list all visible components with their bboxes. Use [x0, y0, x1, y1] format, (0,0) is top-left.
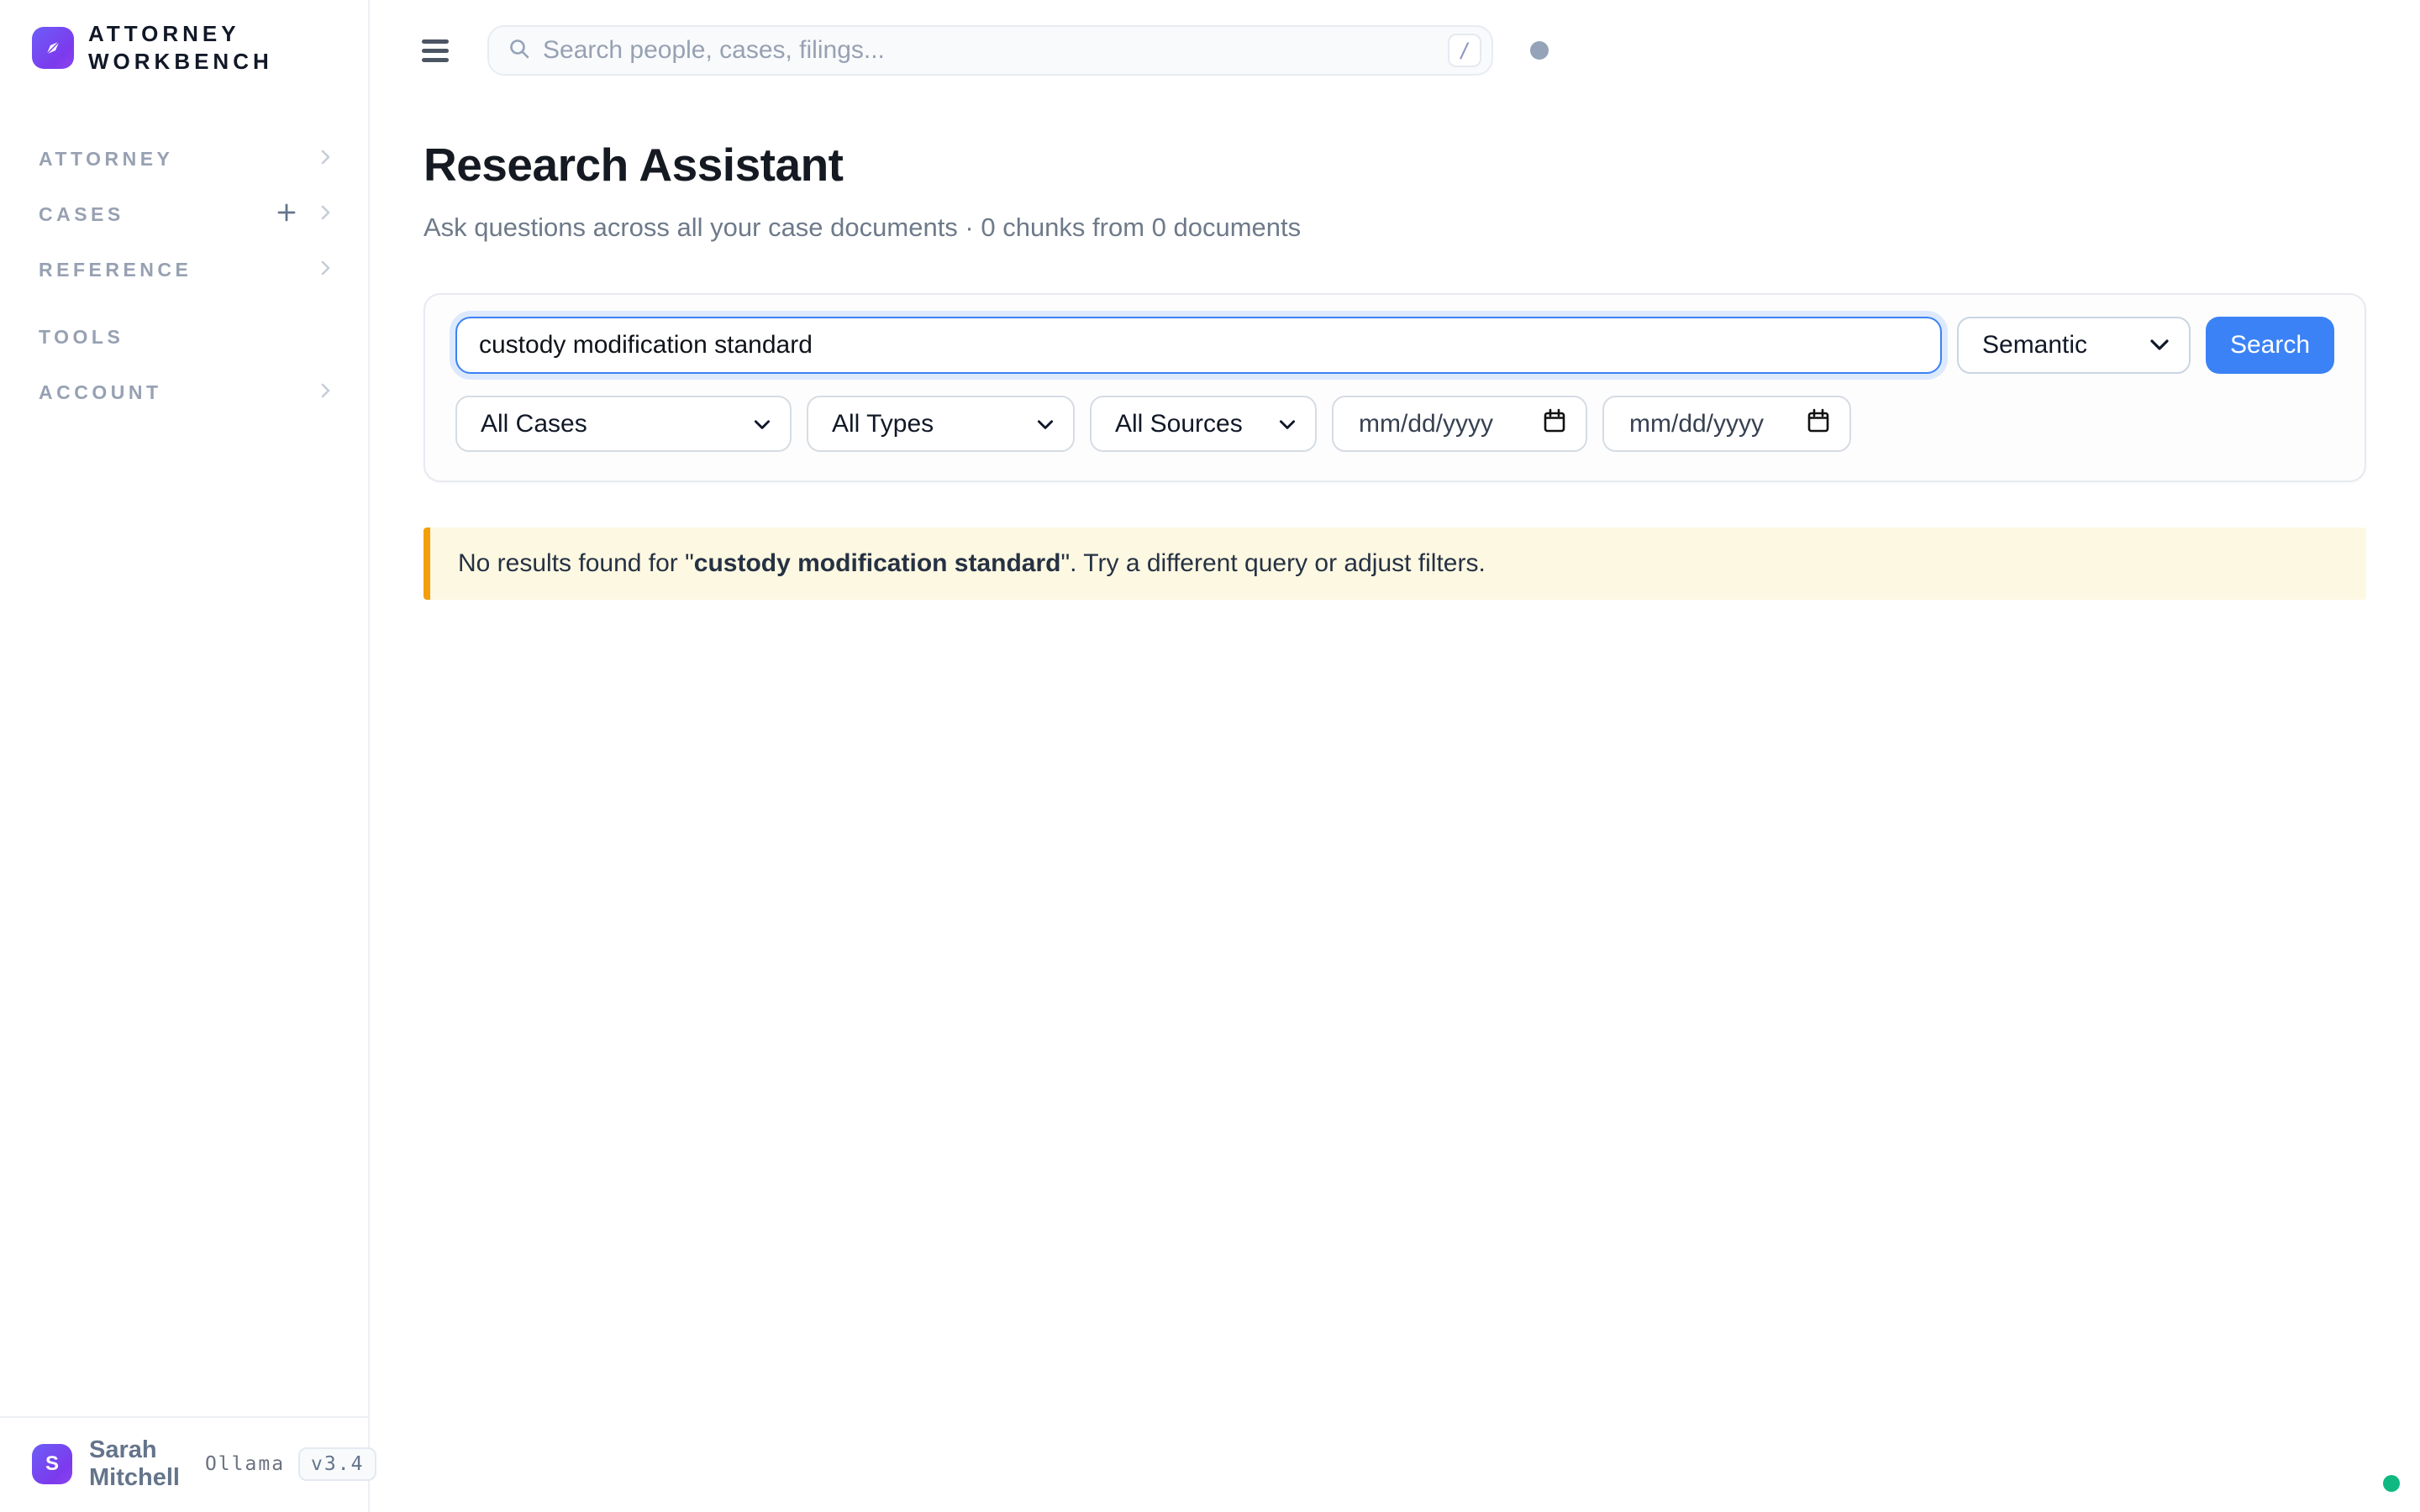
type-filter-select[interactable]: All Types — [807, 396, 1075, 452]
calendar-icon[interactable] — [1542, 407, 1567, 441]
sidebar-item-attorney[interactable]: ATTORNEY — [0, 131, 368, 186]
no-results-text: No results found for "custody modificati… — [458, 549, 1486, 578]
app-logo: ATTORNEY WORKBENCH — [32, 20, 368, 76]
research-search-panel: Semantic Search All Cases All Types — [424, 293, 2366, 482]
search-button[interactable]: Search — [2206, 317, 2334, 374]
date-from-placeholder: mm/dd/yyyy — [1359, 410, 1493, 438]
sidebar-nav: ATTORNEY CASES REFERENCE TOOLS — [0, 131, 368, 420]
main-area: / Research Assistant Ask questions acros… — [370, 0, 2420, 600]
page-title: Research Assistant — [424, 138, 2366, 192]
date-to-input[interactable]: mm/dd/yyyy — [1602, 396, 1851, 452]
sidebar-item-label: REFERENCE — [39, 259, 192, 281]
date-to-placeholder: mm/dd/yyyy — [1629, 410, 1764, 438]
engine-label: Ollama — [205, 1453, 285, 1475]
sidebar-item-cases[interactable]: CASES — [0, 186, 368, 242]
no-results-prefix: No results found for " — [458, 549, 694, 577]
sidebar-item-label: TOOLS — [39, 326, 124, 349]
case-filter-value: All Cases — [481, 410, 587, 438]
slash-shortcut-hint: / — [1448, 34, 1481, 67]
topbar: / — [370, 0, 2420, 86]
search-mode-value: Semantic — [1982, 331, 2087, 360]
app-title-line1: ATTORNEY — [88, 20, 273, 48]
sidebar-item-reference[interactable]: REFERENCE — [0, 242, 368, 297]
chevron-down-icon — [1278, 410, 1297, 438]
no-results-query: custody modification standard — [694, 549, 1061, 577]
plus-icon[interactable] — [276, 202, 297, 228]
chevron-right-icon — [314, 257, 336, 283]
chevron-down-icon — [2149, 331, 2170, 360]
compass-icon — [32, 27, 74, 69]
slash-shortcut-label: / — [1459, 39, 1470, 62]
global-search-input[interactable] — [543, 36, 1448, 65]
case-filter-select[interactable]: All Cases — [455, 396, 792, 452]
chevron-right-icon — [314, 146, 336, 172]
sidebar-item-account[interactable]: ACCOUNT — [0, 365, 368, 420]
hamburger-menu-icon[interactable] — [422, 39, 449, 62]
query-row: Semantic Search — [455, 317, 2334, 374]
app-title: ATTORNEY WORKBENCH — [88, 20, 273, 76]
search-mode-select[interactable]: Semantic — [1957, 317, 2191, 374]
chevron-down-icon — [1036, 410, 1055, 438]
sidebar: ATTORNEY WORKBENCH ATTORNEY CASES REFERE… — [0, 0, 370, 1512]
source-filter-value: All Sources — [1115, 410, 1243, 438]
presence-indicator-dot — [1530, 41, 1549, 60]
page-content: Research Assistant Ask questions across … — [370, 138, 2420, 600]
global-search-field[interactable]: / — [487, 25, 1493, 76]
filters-row: All Cases All Types All Sources — [455, 396, 2334, 452]
user-name: Sarah Mitchell — [89, 1436, 180, 1492]
sidebar-item-label: ACCOUNT — [39, 381, 162, 404]
version-badge: v3.4 — [298, 1447, 376, 1481]
user-profile-row[interactable]: S Sarah Mitchell Ollama v3.4 — [0, 1416, 368, 1512]
search-icon — [508, 37, 531, 65]
chevron-right-icon — [314, 202, 336, 228]
source-filter-select[interactable]: All Sources — [1090, 396, 1317, 452]
page-subtitle: Ask questions across all your case docum… — [424, 213, 2366, 243]
sidebar-item-label: ATTORNEY — [39, 148, 173, 171]
calendar-icon[interactable] — [1806, 407, 1831, 441]
sidebar-item-tools[interactable]: TOOLS — [0, 309, 368, 365]
connection-status-dot — [2383, 1475, 2400, 1492]
avatar: S — [32, 1444, 72, 1484]
chevron-down-icon — [753, 410, 771, 438]
no-results-suffix: ". Try a different query or adjust filte… — [1061, 549, 1486, 577]
avatar-initial: S — [45, 1452, 59, 1476]
query-input[interactable] — [455, 317, 1942, 374]
app-title-line2: WORKBENCH — [88, 48, 273, 76]
date-from-input[interactable]: mm/dd/yyyy — [1332, 396, 1587, 452]
chevron-right-icon — [314, 380, 336, 406]
no-results-banner: No results found for "custody modificati… — [424, 528, 2366, 600]
sidebar-item-label: CASES — [39, 203, 124, 226]
type-filter-value: All Types — [832, 410, 934, 438]
